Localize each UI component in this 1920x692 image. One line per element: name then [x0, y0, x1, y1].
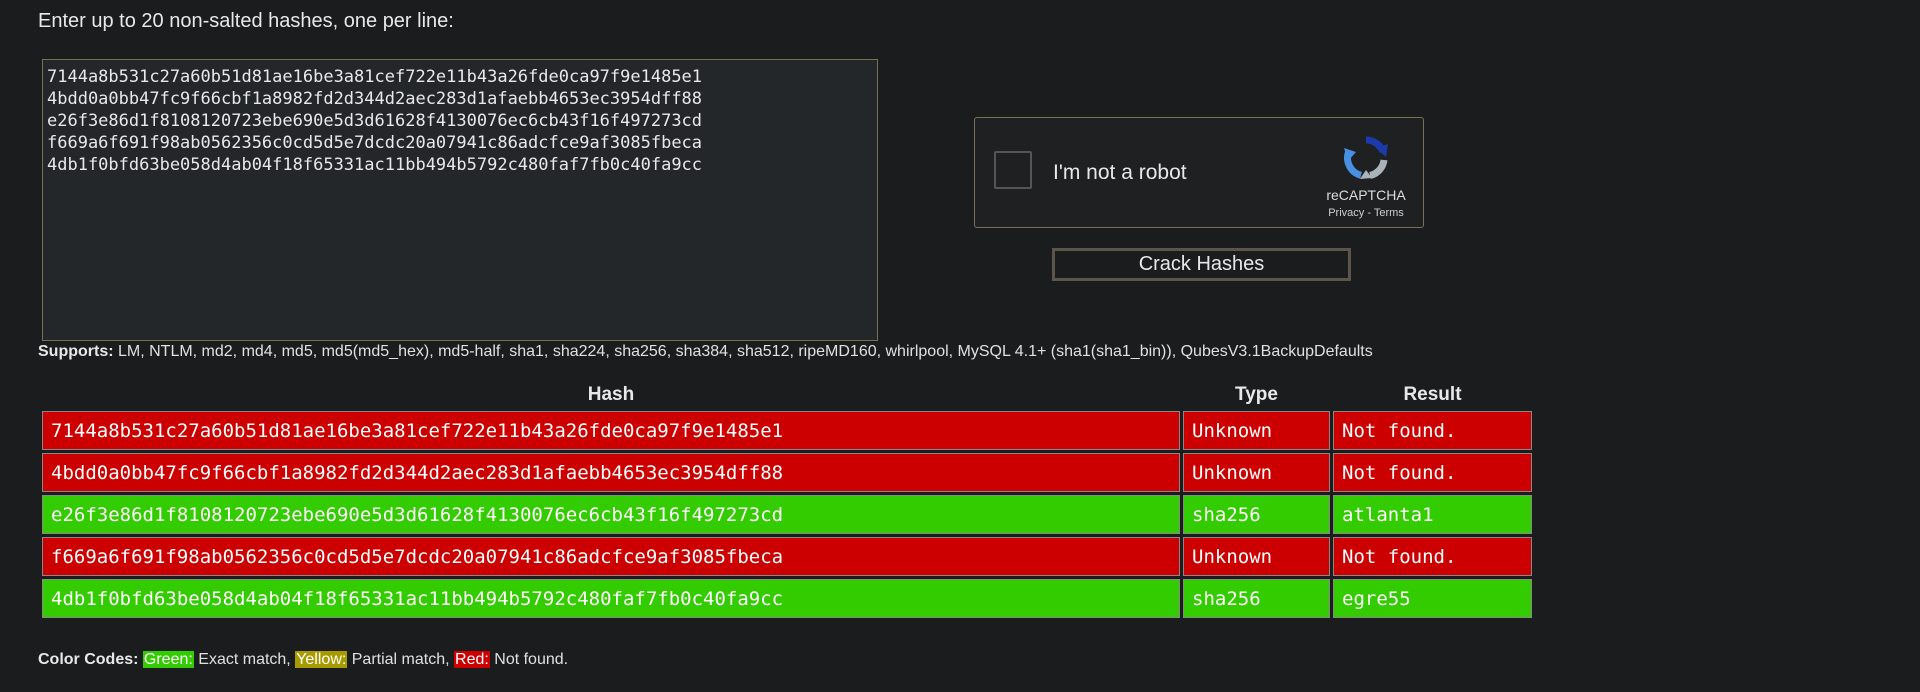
results-body: 7144a8b531c27a60b51d81ae16be3a81cef722e1…	[42, 411, 1532, 618]
result-cell: egre55	[1333, 579, 1532, 618]
result-column-header: Result	[1403, 384, 1462, 405]
legend-yellow-tag: Yellow:	[295, 651, 348, 668]
legend-red-text: Not found.	[489, 651, 569, 668]
table-row: f669a6f691f98ab0562356c0cd5d5e7dcdc20a07…	[42, 537, 1532, 576]
type-cell: sha256	[1183, 579, 1330, 618]
type-cell: sha256	[1183, 495, 1330, 534]
recaptcha-privacy-link[interactable]: Privacy	[1328, 207, 1364, 219]
table-row: 4db1f0bfd63be058d4ab04f18f65331ac11bb494…	[42, 579, 1532, 618]
hash-cell: f669a6f691f98ab0562356c0cd5d5e7dcdc20a07…	[42, 537, 1180, 576]
legend-label: Color Codes:	[38, 651, 139, 668]
legend-yellow-text: Partial match,	[347, 651, 455, 668]
recaptcha-terms-link[interactable]: Terms	[1374, 207, 1404, 219]
crack-hashes-button[interactable]: Crack Hashes	[1052, 248, 1351, 281]
recaptcha-widget: I'm not a robot reCAPTCHA Privacy - Term…	[974, 117, 1424, 228]
hash-column-header: Hash	[587, 384, 635, 405]
type-cell: Unknown	[1183, 453, 1330, 492]
hash-cell: e26f3e86d1f8108120723ebe690e5d3d61628f41…	[42, 495, 1180, 534]
result-cell: Not found.	[1333, 411, 1532, 450]
recaptcha-brand: reCAPTCHA	[1326, 187, 1406, 203]
recaptcha-logo-icon	[1344, 136, 1388, 179]
supports-list: LM, NTLM, md2, md4, md5, md5(md5_hex), m…	[113, 343, 1373, 360]
table-row: 7144a8b531c27a60b51d81ae16be3a81cef722e1…	[42, 411, 1532, 450]
hash-cell: 7144a8b531c27a60b51d81ae16be3a81cef722e1…	[42, 411, 1180, 450]
color-codes-legend: Color Codes: Green: Exact match, Yellow:…	[38, 651, 568, 669]
recaptcha-checkbox[interactable]	[994, 151, 1032, 189]
result-cell: atlanta1	[1333, 495, 1532, 534]
result-cell: Not found.	[1333, 537, 1532, 576]
result-cell: Not found.	[1333, 453, 1532, 492]
recaptcha-links: Privacy - Terms	[1301, 207, 1431, 219]
table-row: e26f3e86d1f8108120723ebe690e5d3d61628f41…	[42, 495, 1532, 534]
results-table: Hash Type Result 7144a8b531c27a60b51d81a…	[39, 379, 1535, 621]
supported-algorithms: Supports: LM, NTLM, md2, md4, md5, md5(m…	[38, 343, 1373, 361]
supports-label: Supports:	[38, 343, 114, 360]
type-column-header: Type	[1235, 384, 1278, 405]
legend-green-tag: Green:	[142, 651, 194, 668]
table-row: 4bdd0a0bb47fc9f66cbf1a8982fd2d344d2aec28…	[42, 453, 1532, 492]
instructions-text: Enter up to 20 non-salted hashes, one pe…	[38, 10, 454, 32]
type-cell: Unknown	[1183, 537, 1330, 576]
results-header-row: Hash Type Result	[42, 382, 1532, 408]
recaptcha-link-separator: -	[1364, 207, 1374, 219]
legend-green-text: Exact match,	[193, 651, 296, 668]
hash-cell: 4db1f0bfd63be058d4ab04f18f65331ac11bb494…	[42, 579, 1180, 618]
hash-input[interactable]	[42, 59, 878, 341]
hash-cell: 4bdd0a0bb47fc9f66cbf1a8982fd2d344d2aec28…	[42, 453, 1180, 492]
recaptcha-label: I'm not a robot	[1053, 161, 1187, 184]
type-cell: Unknown	[1183, 411, 1330, 450]
legend-red-tag: Red:	[454, 651, 490, 668]
